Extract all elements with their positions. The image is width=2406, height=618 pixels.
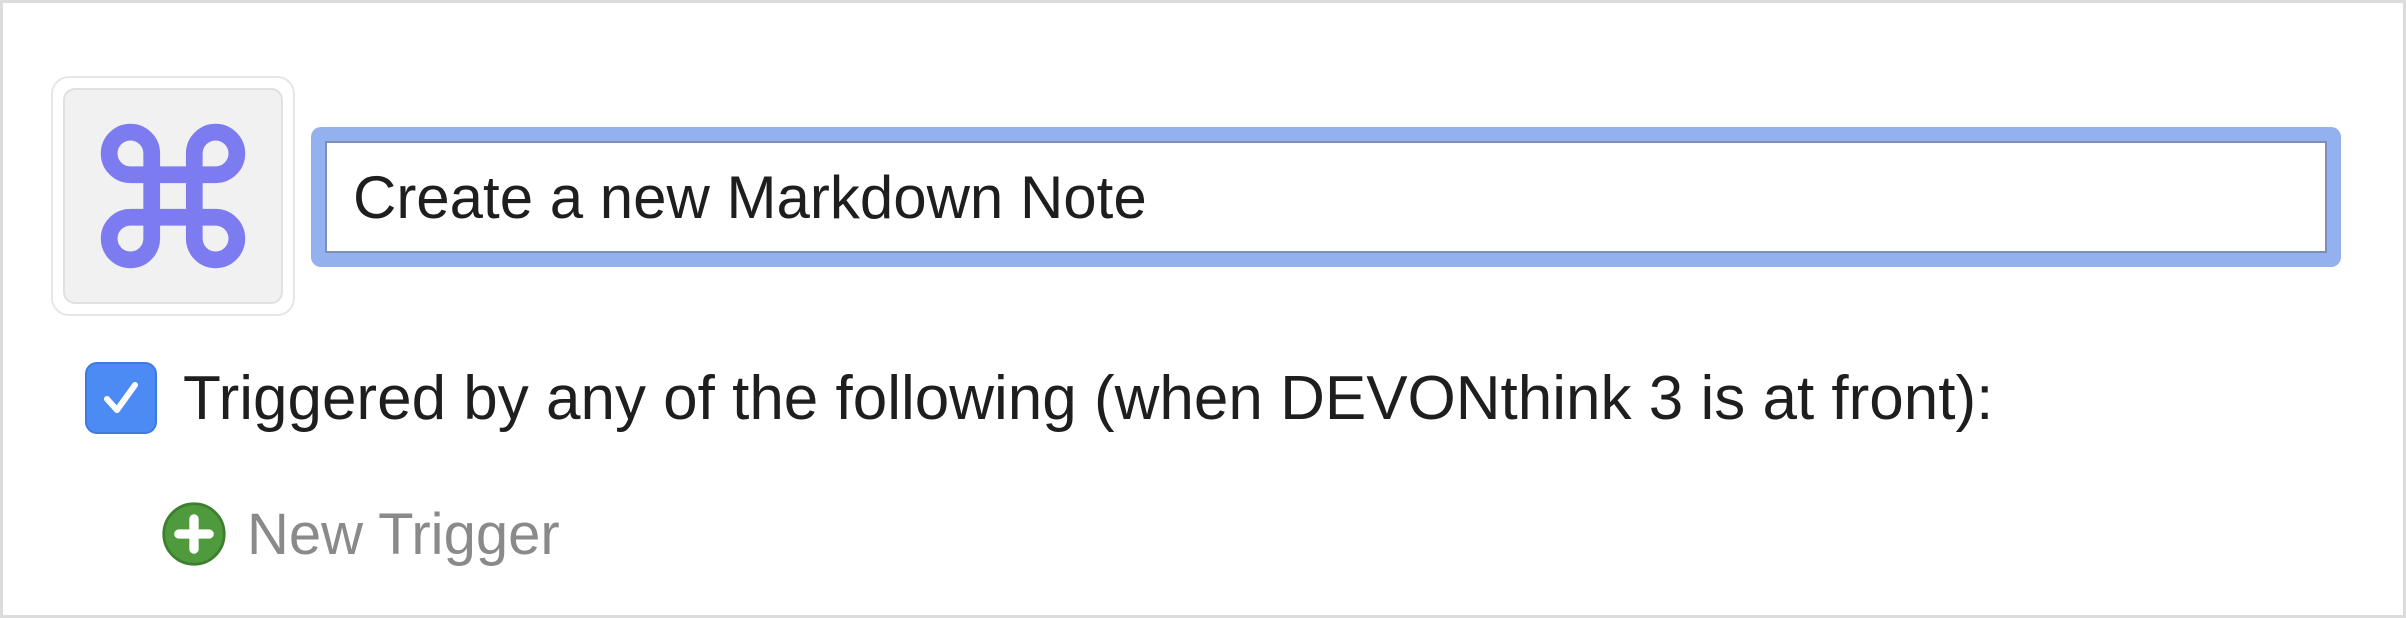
macro-icon-frame xyxy=(63,88,283,304)
plus-circle-icon xyxy=(162,502,226,566)
trigger-label: Triggered by any of the following (when … xyxy=(183,363,1994,433)
new-trigger-label: New Trigger xyxy=(247,501,560,567)
trigger-enable-row[interactable]: Triggered by any of the following (when … xyxy=(85,360,1993,436)
macro-name-focus-ring xyxy=(311,127,2341,267)
macro-editor-panel: Triggered by any of the following (when … xyxy=(0,0,2406,618)
checkmark-icon xyxy=(104,382,138,413)
trigger-enabled-checkbox[interactable] xyxy=(85,362,157,434)
new-trigger-button[interactable]: New Trigger xyxy=(161,499,560,569)
macro-name-field[interactable] xyxy=(325,141,2327,253)
macro-icon-well[interactable] xyxy=(51,76,295,316)
command-key-icon xyxy=(100,123,246,269)
